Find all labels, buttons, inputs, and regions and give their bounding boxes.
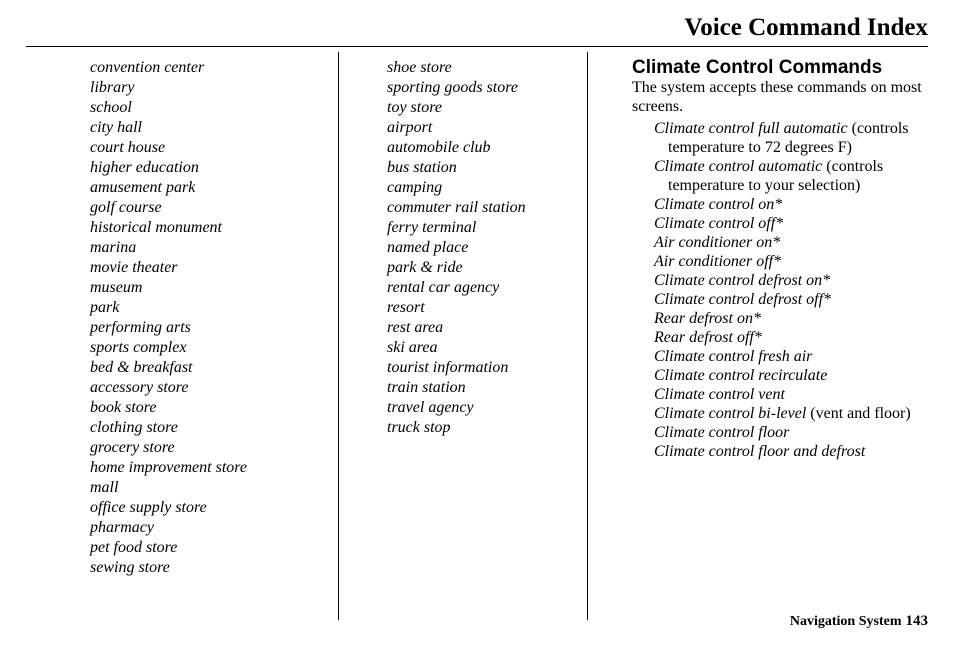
- list-item: sports complex: [90, 338, 308, 358]
- command-name: Air conditioner on*: [654, 234, 780, 251]
- list-item: sporting goods store: [387, 78, 557, 98]
- command-name: Air conditioner off*: [654, 253, 781, 270]
- list-item: ski area: [387, 338, 557, 358]
- list-item: resort: [387, 298, 557, 318]
- list-item: amusement park: [90, 178, 308, 198]
- list-item: mall: [90, 478, 308, 498]
- list-item: library: [90, 78, 308, 98]
- command-name: Rear defrost on*: [654, 310, 761, 327]
- climate-command: Rear defrost on*: [654, 309, 930, 328]
- list-item: truck stop: [387, 418, 557, 438]
- list-item: home improvement store: [90, 458, 308, 478]
- command-note: (vent and floor): [806, 405, 910, 422]
- command-name: Climate control fresh air: [654, 348, 812, 365]
- climate-command: Climate control floor and defrost: [654, 442, 930, 461]
- climate-command: Climate control off*: [654, 214, 930, 233]
- list-item: convention center: [90, 58, 308, 78]
- command-name: Climate control recirculate: [654, 367, 827, 384]
- command-name: Climate control bi-level: [654, 405, 806, 422]
- climate-command: Climate control automatic (controls temp…: [654, 157, 930, 195]
- list-item: airport: [387, 118, 557, 138]
- climate-command: Rear defrost off*: [654, 328, 930, 347]
- climate-command: Climate control defrost on*: [654, 271, 930, 290]
- list-item: marina: [90, 238, 308, 258]
- command-name: Rear defrost off*: [654, 329, 762, 346]
- list-item: book store: [90, 398, 308, 418]
- climate-command: Climate control vent: [654, 385, 930, 404]
- list-item: bed & breakfast: [90, 358, 308, 378]
- climate-command: Air conditioner on*: [654, 233, 930, 252]
- list-item: court house: [90, 138, 308, 158]
- command-name: Climate control floor: [654, 424, 789, 441]
- climate-title: Climate Control Commands: [632, 58, 930, 77]
- list-item: commuter rail station: [387, 198, 557, 218]
- manual-page: Voice Command Index convention centerlib…: [0, 0, 954, 652]
- command-name: Climate control automatic: [654, 158, 822, 175]
- command-name: Climate control defrost on*: [654, 272, 830, 289]
- climate-command: Climate control fresh air: [654, 347, 930, 366]
- command-name: Climate control full automatic: [654, 120, 848, 137]
- list-item: movie theater: [90, 258, 308, 278]
- list-item: office supply store: [90, 498, 308, 518]
- climate-command: Climate control full automatic (controls…: [654, 119, 930, 157]
- list-item: park & ride: [387, 258, 557, 278]
- list-item: park: [90, 298, 308, 318]
- page-number: 143: [906, 613, 929, 629]
- list-item: museum: [90, 278, 308, 298]
- command-name: Climate control on*: [654, 196, 782, 213]
- climate-command: Climate control defrost off*: [654, 290, 930, 309]
- content-columns: convention centerlibraryschoolcity hallc…: [90, 58, 930, 620]
- list-item: city hall: [90, 118, 308, 138]
- poi-list-col1: convention centerlibraryschoolcity hallc…: [90, 58, 338, 620]
- list-item: rest area: [387, 318, 557, 338]
- list-item: pharmacy: [90, 518, 308, 538]
- command-name: Climate control defrost off*: [654, 291, 831, 308]
- list-item: pet food store: [90, 538, 308, 558]
- climate-command: Climate control bi-level (vent and floor…: [654, 404, 930, 423]
- list-item: accessory store: [90, 378, 308, 398]
- list-item: performing arts: [90, 318, 308, 338]
- page-footer: Navigation System 143: [790, 613, 928, 630]
- command-name: Climate control off*: [654, 215, 783, 232]
- command-name: Climate control floor and defrost: [654, 443, 865, 460]
- list-item: school: [90, 98, 308, 118]
- climate-command: Climate control floor: [654, 423, 930, 442]
- list-item: automobile club: [387, 138, 557, 158]
- climate-section: Climate Control Commands The system acce…: [588, 58, 930, 620]
- list-item: golf course: [90, 198, 308, 218]
- poi-list-col2: shoe storesporting goods storetoy storea…: [339, 58, 587, 620]
- list-item: tourist information: [387, 358, 557, 378]
- horizontal-rule: [26, 46, 928, 47]
- list-item: camping: [387, 178, 557, 198]
- list-item: train station: [387, 378, 557, 398]
- list-item: higher education: [90, 158, 308, 178]
- list-item: historical monument: [90, 218, 308, 238]
- list-item: toy store: [387, 98, 557, 118]
- page-title: Voice Command Index: [684, 14, 928, 42]
- list-item: shoe store: [387, 58, 557, 78]
- list-item: ferry terminal: [387, 218, 557, 238]
- list-item: clothing store: [90, 418, 308, 438]
- climate-command-list: Climate control full automatic (controls…: [654, 119, 930, 461]
- climate-command: Climate control on*: [654, 195, 930, 214]
- list-item: named place: [387, 238, 557, 258]
- list-item: rental car agency: [387, 278, 557, 298]
- climate-intro: The system accepts these commands on mos…: [632, 78, 930, 116]
- list-item: bus station: [387, 158, 557, 178]
- footer-label: Navigation System: [790, 614, 902, 629]
- list-item: travel agency: [387, 398, 557, 418]
- list-item: grocery store: [90, 438, 308, 458]
- command-name: Climate control vent: [654, 386, 785, 403]
- list-item: sewing store: [90, 558, 308, 578]
- climate-command: Climate control recirculate: [654, 366, 930, 385]
- climate-command: Air conditioner off*: [654, 252, 930, 271]
